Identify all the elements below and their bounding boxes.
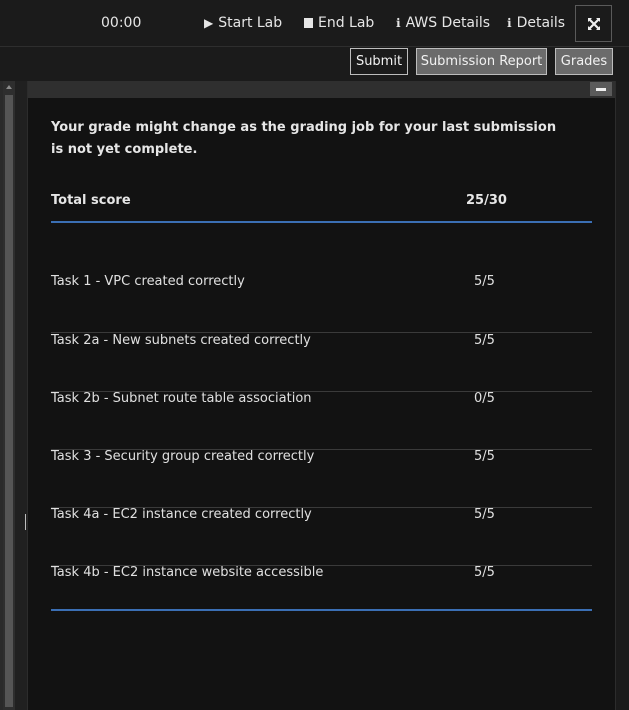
info-icon: ℹ <box>396 16 401 30</box>
task-score: 5/5 <box>474 565 495 580</box>
right-edge <box>615 81 629 710</box>
task-row: Task 2a - New subnets created correctly … <box>51 333 592 392</box>
start-lab-label: Start Lab <box>218 15 283 31</box>
scrollbar[interactable] <box>3 81 15 710</box>
grades-panel: Your grade might change as the grading j… <box>27 81 616 710</box>
task-label: Task 2a - New subnets created correctly <box>51 333 311 348</box>
details-button[interactable]: ℹ Details <box>507 15 565 31</box>
task-label: Task 2b - Subnet route table association <box>51 391 312 406</box>
lab-toolbar: 00:00 ▶ Start Lab End Lab ℹ AWS Details ℹD… <box>0 0 629 47</box>
total-score-row: Total score 25/30 <box>51 191 592 223</box>
splitter[interactable] <box>15 81 27 710</box>
scroll-up-arrow-icon[interactable] <box>6 85 12 89</box>
splitter-handle[interactable] <box>25 514 26 530</box>
task-label: Task 4a - EC2 instance created correctly <box>51 507 312 522</box>
details-label: Details <box>516 15 566 31</box>
start-lab-button[interactable]: ▶ Start Lab <box>204 15 282 31</box>
info-icon: ℹ <box>507 16 512 30</box>
lab-timer: 00:00 <box>101 15 142 31</box>
stop-square-icon <box>304 18 313 28</box>
task-row: Task 4a - EC2 instance created correctly… <box>51 507 592 566</box>
aws-details-button[interactable]: ℹ AWS Details <box>396 15 490 31</box>
task-score: 5/5 <box>474 449 495 464</box>
aws-details-label: AWS Details <box>405 15 491 31</box>
end-lab-button[interactable]: End Lab <box>304 15 374 31</box>
task-row: Task 4b - EC2 instance website accessibl… <box>51 565 592 623</box>
task-row: Task 2b - Subnet route table association… <box>51 391 592 450</box>
minus-icon[interactable] <box>590 82 612 96</box>
action-bar: Submit Submission Report Grades <box>0 47 629 80</box>
task-label: Task 1 - VPC created correctly <box>51 274 245 289</box>
grading-notice: Your grade might change as the grading j… <box>51 120 557 157</box>
task-score: 5/5 <box>474 507 495 522</box>
task-row: Task 1 - VPC created correctly 5/5 <box>51 274 592 333</box>
task-row: Task 3 - Security group created correctl… <box>51 449 592 508</box>
fullscreen-button[interactable] <box>575 5 612 42</box>
submit-button[interactable]: Submit <box>350 48 408 75</box>
task-score: 0/5 <box>474 391 495 406</box>
task-score: 5/5 <box>474 333 495 348</box>
task-label: Task 4b - EC2 instance website accessibl… <box>51 565 324 580</box>
task-score: 5/5 <box>474 274 495 289</box>
total-score-value: 25/30 <box>466 193 507 208</box>
grades-button[interactable]: Grades <box>555 48 613 75</box>
total-score-label: Total score <box>51 193 131 208</box>
expand-arrows-icon <box>587 17 600 30</box>
panel-header <box>28 81 615 98</box>
scroll-thumb[interactable] <box>5 95 13 707</box>
task-label: Task 3 - Security group created correctl… <box>51 449 315 464</box>
play-icon: ▶ <box>204 16 214 30</box>
end-lab-label: End Lab <box>318 15 375 31</box>
submission-report-button[interactable]: Submission Report <box>416 48 547 75</box>
table-bottom-divider <box>51 609 592 611</box>
